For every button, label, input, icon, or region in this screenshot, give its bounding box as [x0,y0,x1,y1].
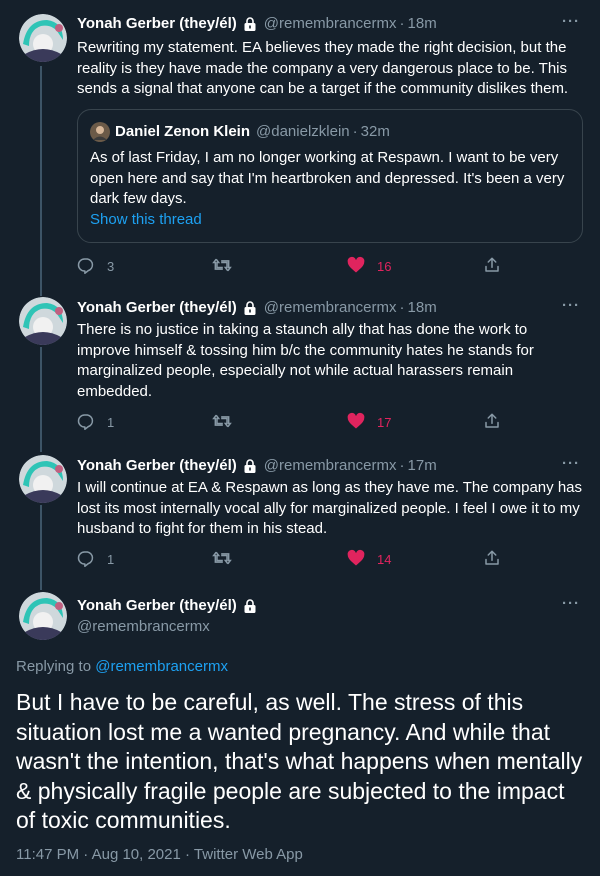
replying-to: Replying to @remembrancermx [16,658,228,675]
tweet-actions: 3 16 [77,256,517,276]
replying-to-link[interactable]: @remembrancermx [95,658,228,675]
more-icon[interactable]: ··· [562,594,580,614]
tweet-header: Yonah Gerber (they/él) [77,596,264,616]
timestamp[interactable]: 18m [408,14,437,34]
replying-to-label: Replying to [16,658,96,675]
share-button[interactable] [483,256,501,277]
display-name[interactable]: Yonah Gerber (they/él) [77,298,237,318]
heart-icon [347,412,365,433]
tweet-header: Yonah Gerber (they/él) @remembrancermx ·… [77,298,437,318]
timestamp: 32m [360,123,390,140]
username[interactable]: @remembrancermx [264,298,397,318]
avatar [90,122,110,142]
tweet-header: Yonah Gerber (they/él) @remembrancermx ·… [77,456,437,476]
reply-icon [77,412,95,433]
quoted-tweet[interactable]: Daniel Zenon Klein @danielzklein · 32m A… [77,109,583,243]
more-icon[interactable]: ··· [562,454,580,474]
separator: · [399,15,405,32]
avatar[interactable] [19,14,67,62]
retweet-button[interactable] [212,549,244,570]
username: @danielzklein [256,123,350,140]
thread-line [40,347,42,452]
heart-icon [347,549,365,570]
username[interactable]: @remembrancermx [77,617,210,637]
more-icon[interactable]: ··· [562,296,580,316]
thread-line [40,66,42,296]
retweet-icon [212,412,232,433]
reply-button[interactable]: 3 [77,256,114,277]
avatar[interactable] [19,297,67,345]
avatar[interactable] [19,455,67,503]
quoted-tweet-text: As of last Friday, I am no longer workin… [90,149,565,207]
share-icon [483,412,501,433]
tweet-actions: 1 14 [77,549,517,569]
tweet-text: Rewriting my statement. EA believes they… [77,39,569,97]
retweet-icon [212,549,232,570]
like-button[interactable]: 17 [347,412,391,433]
timestamp[interactable]: 17m [408,456,437,476]
share-icon [483,549,501,570]
display-name[interactable]: Yonah Gerber (they/él) [77,456,237,476]
display-name[interactable]: Yonah Gerber (they/él) [77,596,237,616]
display-name: Daniel Zenon Klein [115,123,251,140]
reply-count: 3 [107,259,115,274]
show-thread-link[interactable]: Show this thread [90,211,202,228]
retweet-icon [212,256,232,277]
share-icon [483,256,501,277]
separator: · [399,299,405,316]
reply-icon [77,549,95,570]
reply-count: 1 [107,552,115,567]
reply-count: 1 [107,415,115,430]
tweet-text: I will continue at EA & Respawn as long … [77,479,583,537]
timestamp[interactable]: 18m [408,298,437,318]
tweet-actions: 1 17 [77,412,517,432]
share-button[interactable] [483,412,501,433]
thread-line [40,505,42,590]
lock-icon [242,300,258,316]
username[interactable]: @remembrancermx [264,456,397,476]
like-count: 17 [377,415,392,430]
heart-icon [347,256,365,277]
display-name[interactable]: Yonah Gerber (they/él) [77,14,237,34]
lock-icon [242,458,258,474]
like-count: 14 [377,552,392,567]
username[interactable]: @remembrancermx [264,14,397,34]
separator: · [352,123,358,140]
more-icon[interactable]: ··· [562,12,580,32]
avatar[interactable] [19,592,67,640]
like-button[interactable]: 16 [347,256,391,277]
like-button[interactable]: 14 [347,549,391,570]
quoted-tweet-header: Daniel Zenon Klein @danielzklein · 32m [90,122,390,142]
retweet-button[interactable] [212,256,244,277]
lock-icon [242,16,258,32]
separator: · [399,457,405,474]
tweet-text: There is no justice in taking a staunch … [77,321,534,400]
tweet-header: Yonah Gerber (they/él) @remembrancermx ·… [77,14,437,34]
tweet-meta[interactable]: 11:47 PM · Aug 10, 2021 · Twitter Web Ap… [16,846,303,863]
reply-button[interactable]: 1 [77,549,114,570]
lock-icon [242,598,258,614]
tweet-text: But I have to be careful, as well. The s… [16,689,583,833]
share-button[interactable] [483,549,501,570]
reply-icon [77,256,95,277]
like-count: 16 [377,259,392,274]
reply-button[interactable]: 1 [77,412,114,433]
retweet-button[interactable] [212,412,244,433]
